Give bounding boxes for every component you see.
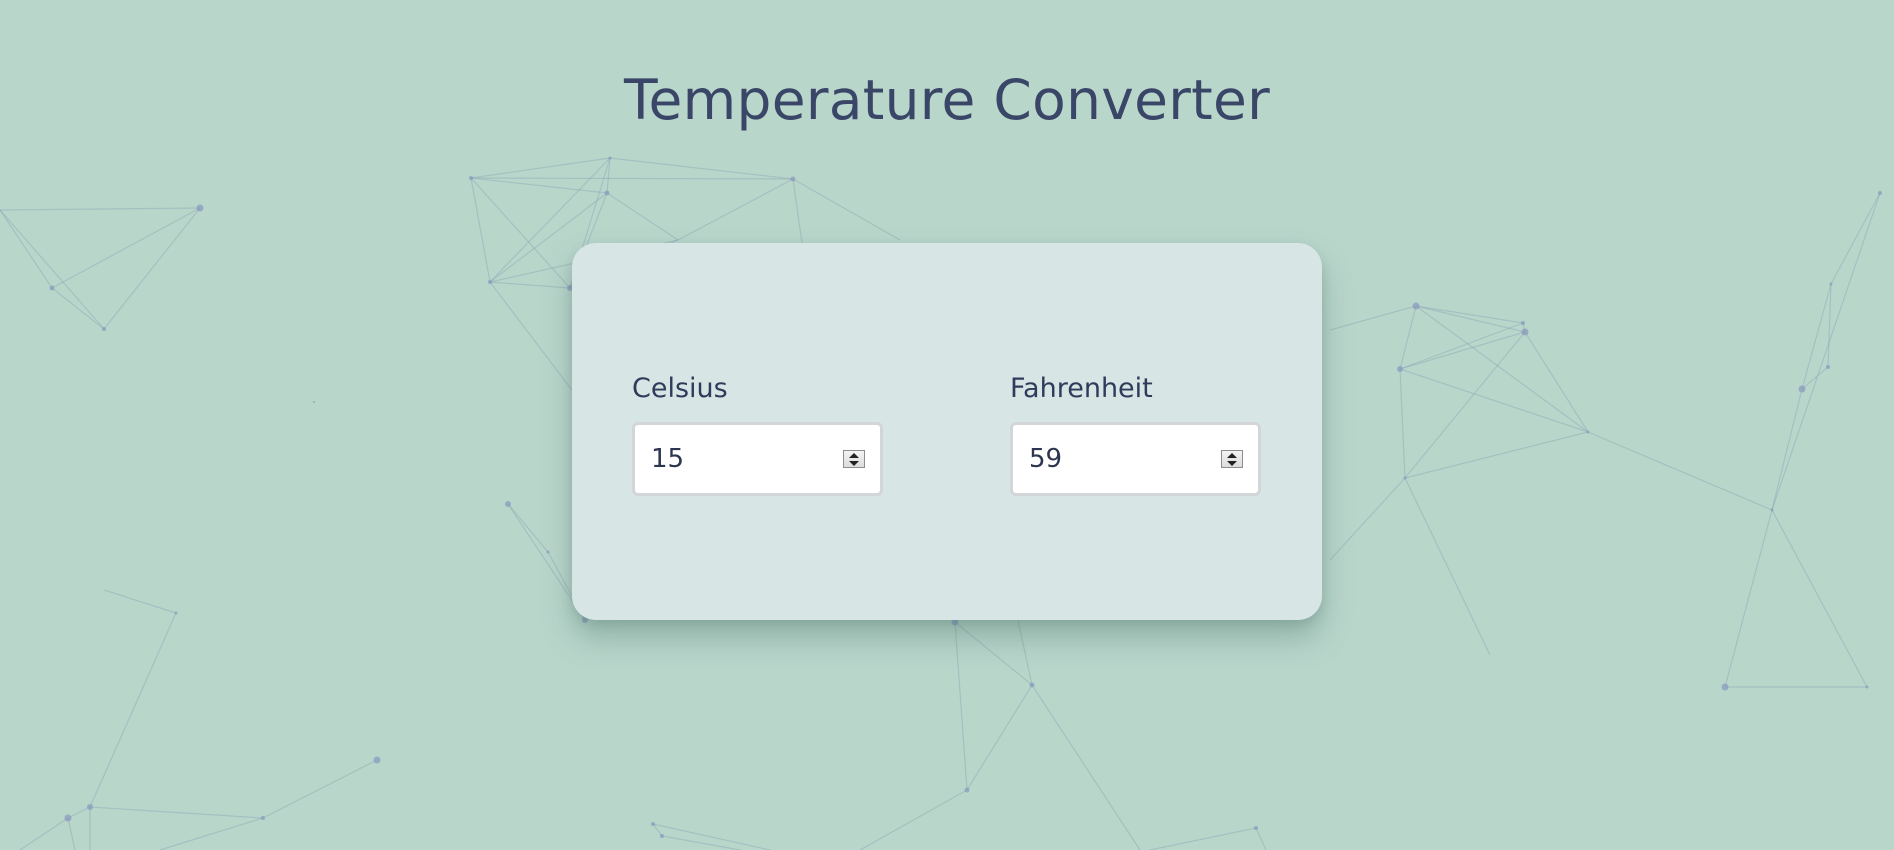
spin-button-icon[interactable] — [1221, 450, 1243, 468]
celsius-label: Celsius — [632, 373, 728, 404]
spin-button-icon[interactable] — [843, 450, 865, 468]
converter-card: Celsius Fahrenheit — [572, 243, 1322, 620]
fahrenheit-input[interactable] — [1013, 425, 1213, 493]
fahrenheit-input-box[interactable] — [1010, 422, 1261, 496]
arrow-down-icon[interactable] — [844, 459, 864, 467]
arrow-up-icon[interactable] — [1222, 451, 1242, 459]
fahrenheit-field: Fahrenheit — [1010, 370, 1261, 496]
celsius-input[interactable] — [635, 425, 835, 493]
fahrenheit-label: Fahrenheit — [1010, 373, 1153, 404]
page-title: Temperature Converter — [623, 68, 1271, 132]
arrow-down-icon[interactable] — [1222, 459, 1242, 467]
celsius-field: Celsius — [632, 370, 883, 496]
celsius-input-box[interactable] — [632, 422, 883, 496]
arrow-up-icon[interactable] — [844, 451, 864, 459]
